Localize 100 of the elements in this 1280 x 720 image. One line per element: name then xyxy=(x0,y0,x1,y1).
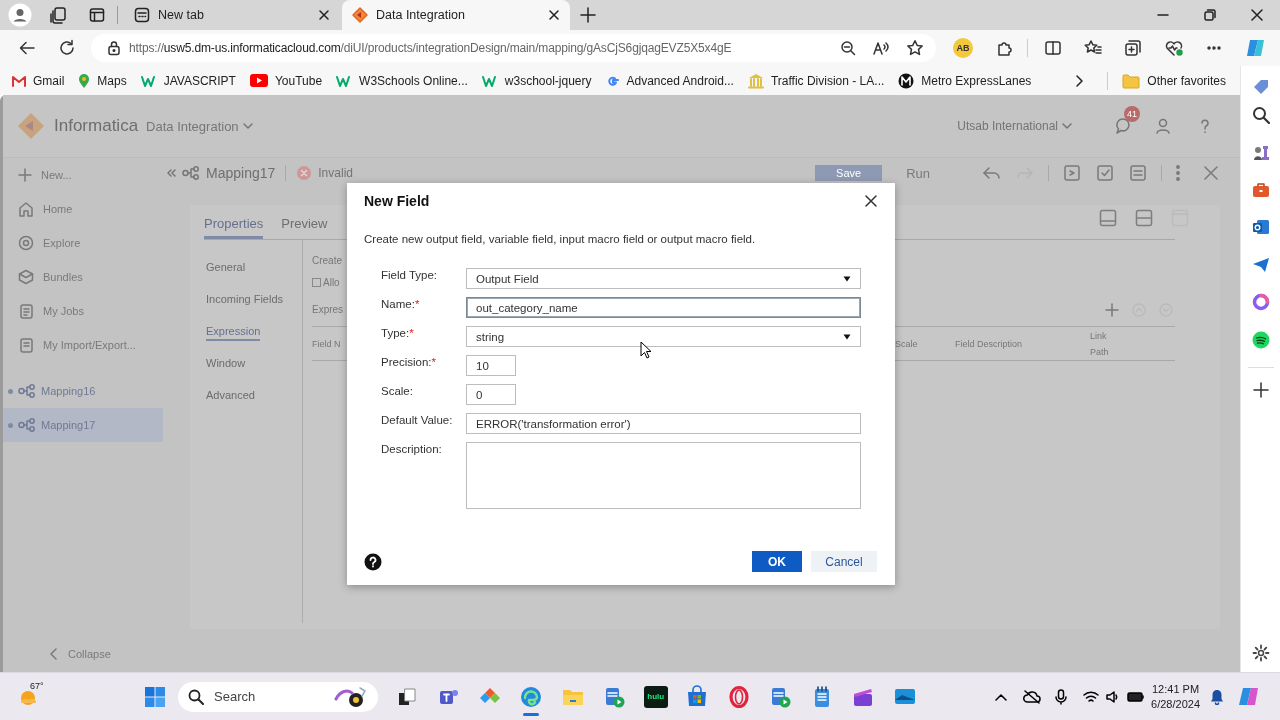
folder-icon xyxy=(1122,72,1141,89)
bookmark-link[interactable]: W3Schools Online... xyxy=(336,73,468,88)
chat-icon[interactable] xyxy=(1116,118,1130,134)
bookmark-link[interactable]: w3school-jquery xyxy=(481,73,592,88)
number-field[interactable]: 10 xyxy=(466,355,516,376)
table-title: Expres xyxy=(312,304,344,315)
close-icon[interactable] xyxy=(1250,9,1263,21)
double-chevron-icon[interactable] xyxy=(166,168,176,178)
copilot-icon[interactable] xyxy=(1244,37,1266,59)
reload-icon[interactable] xyxy=(58,39,76,57)
bookmark-link[interactable]: Maps xyxy=(78,72,127,89)
dropdown[interactable]: string xyxy=(466,326,861,347)
chevron-right-icon[interactable] xyxy=(1075,73,1086,88)
w3-icon xyxy=(481,74,498,87)
plus-icon[interactable] xyxy=(580,7,596,23)
wifi-icon[interactable] xyxy=(1083,689,1100,704)
zoom-out-icon[interactable] xyxy=(840,40,856,56)
windows-icon[interactable] xyxy=(144,685,166,708)
checkbox[interactable] xyxy=(312,277,321,287)
cloud-off-icon[interactable] xyxy=(1023,689,1042,704)
bell-icon[interactable] xyxy=(1210,688,1224,705)
extension-badge[interactable]: AB xyxy=(953,38,973,58)
field-label: Default Value: xyxy=(381,413,454,428)
mapping-icon xyxy=(182,166,200,180)
ring-logo-icon[interactable] xyxy=(1251,293,1270,312)
text-field[interactable]: ERROR('transformation error') xyxy=(466,413,861,434)
mail-icon xyxy=(12,74,26,87)
streaming-app-icon[interactable]: hulu xyxy=(643,685,668,708)
tab-actions-icon[interactable] xyxy=(89,7,105,23)
bookmark-link[interactable]: Advanced Android... xyxy=(605,73,734,88)
cursor-icon xyxy=(640,341,652,359)
dialog-description: Create new output field, variable field, input macro field or output macro field. xyxy=(364,233,757,245)
read-aloud-icon[interactable] xyxy=(872,40,890,56)
error-icon xyxy=(296,165,313,181)
bookmark-link[interactable]: YouTube xyxy=(249,73,323,88)
collections-icon[interactable] xyxy=(1124,39,1142,57)
music-circle-icon[interactable] xyxy=(1251,330,1270,349)
compass-icon xyxy=(18,235,34,251)
chess-pieces-icon[interactable] xyxy=(1251,143,1270,162)
browser-tab[interactable]: Data Integration xyxy=(342,0,570,30)
bookmark-link[interactable]: Metro ExpressLanes xyxy=(898,72,1032,89)
chevron-left-icon xyxy=(50,648,58,660)
star-icon[interactable] xyxy=(906,39,924,57)
diamond-logo-icon xyxy=(352,7,368,23)
plus-icon[interactable] xyxy=(1252,381,1269,398)
bookmark-link[interactable]: JAVASCRIPT xyxy=(140,73,236,88)
paper-plane-icon[interactable] xyxy=(1251,255,1270,274)
metro-icon xyxy=(898,72,915,89)
close-icon[interactable] xyxy=(318,9,330,21)
bookmark-link[interactable]: Traffic Division - LA... xyxy=(747,72,885,89)
plus-icon xyxy=(18,168,32,182)
mapping-title: Mapping17 xyxy=(206,165,276,181)
close-icon[interactable] xyxy=(548,9,560,21)
bookmark-link[interactable]: Gmail xyxy=(12,73,65,88)
extensions-icon[interactable] xyxy=(995,39,1013,57)
search-field[interactable]: Search xyxy=(178,681,378,712)
favorites-icon[interactable] xyxy=(1084,39,1102,57)
number-field[interactable]: 0 xyxy=(466,384,516,405)
field-label: Precision:* xyxy=(381,355,437,370)
column-header: Scale xyxy=(895,338,919,349)
workspaces-icon[interactable] xyxy=(49,6,67,24)
profile-icon[interactable] xyxy=(8,3,32,27)
text-field[interactable]: out_category_name xyxy=(466,297,861,318)
building-icon xyxy=(747,72,764,89)
close-icon[interactable] xyxy=(865,195,877,207)
speaker-icon[interactable] xyxy=(1105,689,1120,704)
map-pin-icon xyxy=(78,72,91,89)
search-icon[interactable] xyxy=(1251,105,1270,124)
clock[interactable]: 12:41 PM 6/28/2024 xyxy=(1151,681,1200,712)
toolbox-icon[interactable] xyxy=(1251,180,1270,199)
ring-icon[interactable] xyxy=(726,684,751,709)
battery-icon[interactable] xyxy=(1127,690,1146,703)
restore-icon[interactable] xyxy=(1203,9,1216,21)
help-icon[interactable] xyxy=(364,552,382,571)
dialog-title: New Field xyxy=(364,193,431,209)
cube-icon xyxy=(18,269,34,285)
dropdown[interactable]: Output Field xyxy=(466,268,861,289)
mail-app-icon[interactable] xyxy=(1251,218,1270,237)
heart-icon[interactable] xyxy=(1164,39,1184,57)
lock-icon[interactable] xyxy=(107,40,121,56)
checkbox-label: Allo xyxy=(323,276,340,288)
cancel-button[interactable]: Cancel xyxy=(811,551,877,572)
split-screen-icon[interactable] xyxy=(1044,39,1062,57)
url-text[interactable]: https://usw5.dm-us.informaticacloud.com/diUI/products/integrationDesign/main/mapping/gAsCjS6gjqagEVZ5X5x4gE xyxy=(129,41,836,55)
ok-button[interactable]: OK xyxy=(752,551,802,572)
tab-page-icon xyxy=(134,7,150,23)
settings-icon[interactable] xyxy=(1251,644,1270,663)
caret-down-icon xyxy=(843,275,851,282)
mapping-icon xyxy=(18,418,36,432)
browser-icon[interactable] xyxy=(519,684,544,709)
chevron-up-icon[interactable] xyxy=(995,692,1008,701)
chevron-down-icon xyxy=(1062,122,1072,130)
bookmark-folder[interactable]: Other favorites xyxy=(1122,72,1226,89)
column-header: Link Path xyxy=(1090,329,1110,359)
microphone-icon[interactable] xyxy=(1055,688,1068,705)
music-doodle-icon xyxy=(334,684,368,709)
back-icon[interactable] xyxy=(18,39,36,57)
browser-tab[interactable]: New tab xyxy=(124,0,340,30)
w3-icon xyxy=(336,74,353,87)
user-icon[interactable] xyxy=(1156,118,1170,134)
